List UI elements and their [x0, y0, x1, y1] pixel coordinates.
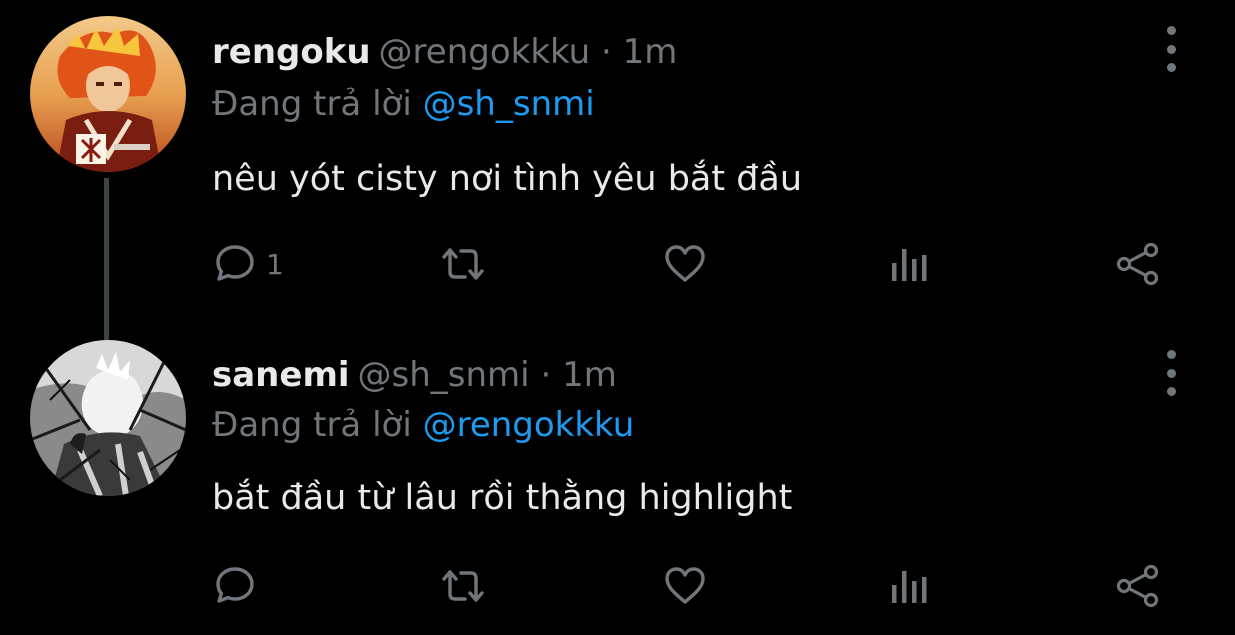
- sanemi-avatar-image: [30, 340, 186, 496]
- tweet-actions: 1: [200, 236, 1180, 292]
- tweet-header: sanemi @sh_snmi · 1m: [212, 355, 617, 395]
- share-icon: [1116, 564, 1159, 608]
- more-options-button[interactable]: [1156, 26, 1186, 72]
- replying-to-label: Đang trả lời: [212, 405, 412, 445]
- more-options-button[interactable]: [1156, 350, 1186, 396]
- avatar[interactable]: [30, 340, 186, 496]
- analytics-icon: [892, 571, 927, 603]
- separator-dot: ·: [601, 32, 612, 72]
- like-button[interactable]: [662, 558, 708, 614]
- reply-icon: [216, 567, 254, 603]
- reply-mention-link[interactable]: @rengokkku: [423, 405, 635, 445]
- more-vertical-icon: [1166, 26, 1176, 35]
- like-button[interactable]: [662, 236, 708, 292]
- retweet-button[interactable]: [438, 236, 488, 292]
- retweet-icon: [442, 248, 484, 280]
- reply-button[interactable]: 1: [212, 236, 284, 292]
- analytics-icon: [892, 249, 927, 281]
- user-handle[interactable]: @rengokkku: [379, 32, 591, 72]
- separator-dot: ·: [540, 355, 552, 395]
- tweet-rengoku[interactable]: rengoku @rengokkku · 1m Đang trả lời @sh_…: [0, 0, 1235, 320]
- reply-count: 1: [266, 247, 284, 281]
- user-handle[interactable]: @sh_snmi: [358, 355, 530, 395]
- tweet-sanemi[interactable]: sanemi @sh_snmi · 1m Đang trả lời @rengok…: [0, 320, 1235, 635]
- views-button[interactable]: [890, 558, 930, 614]
- replying-to-label: Đang trả lời: [212, 84, 412, 124]
- display-name[interactable]: rengoku: [212, 32, 371, 72]
- share-button[interactable]: [1114, 558, 1162, 614]
- retweet-button[interactable]: [438, 558, 488, 614]
- share-button[interactable]: [1114, 236, 1162, 292]
- avatar[interactable]: [30, 16, 186, 172]
- timestamp[interactable]: 1m: [562, 355, 617, 395]
- more-vertical-icon: [1166, 350, 1176, 359]
- reply-button[interactable]: [212, 558, 266, 614]
- heart-icon: [665, 567, 705, 604]
- display-name[interactable]: sanemi: [212, 355, 350, 395]
- tweet-text: bắt đầu từ lâu rồi thằng highlight: [212, 478, 793, 518]
- timestamp[interactable]: 1m: [623, 32, 678, 72]
- views-button[interactable]: [890, 236, 930, 292]
- replying-to: Đang trả lời @rengokkku: [212, 405, 634, 445]
- tweet-header: rengoku @rengokkku · 1m: [212, 32, 677, 72]
- rengoku-avatar-image: [30, 16, 186, 172]
- share-icon: [1116, 242, 1159, 286]
- retweet-icon: [442, 570, 484, 602]
- reply-mention-link[interactable]: @sh_snmi: [423, 84, 595, 124]
- heart-icon: [665, 245, 705, 282]
- tweet-actions: [200, 558, 1180, 614]
- reply-thread: rengoku @rengokkku · 1m Đang trả lời @sh_…: [0, 0, 1235, 635]
- replying-to: Đang trả lời @sh_snmi: [212, 84, 595, 124]
- tweet-text: nêu yót cisty nơi tình yêu bắt đầu: [212, 159, 803, 199]
- reply-icon: [216, 245, 254, 281]
